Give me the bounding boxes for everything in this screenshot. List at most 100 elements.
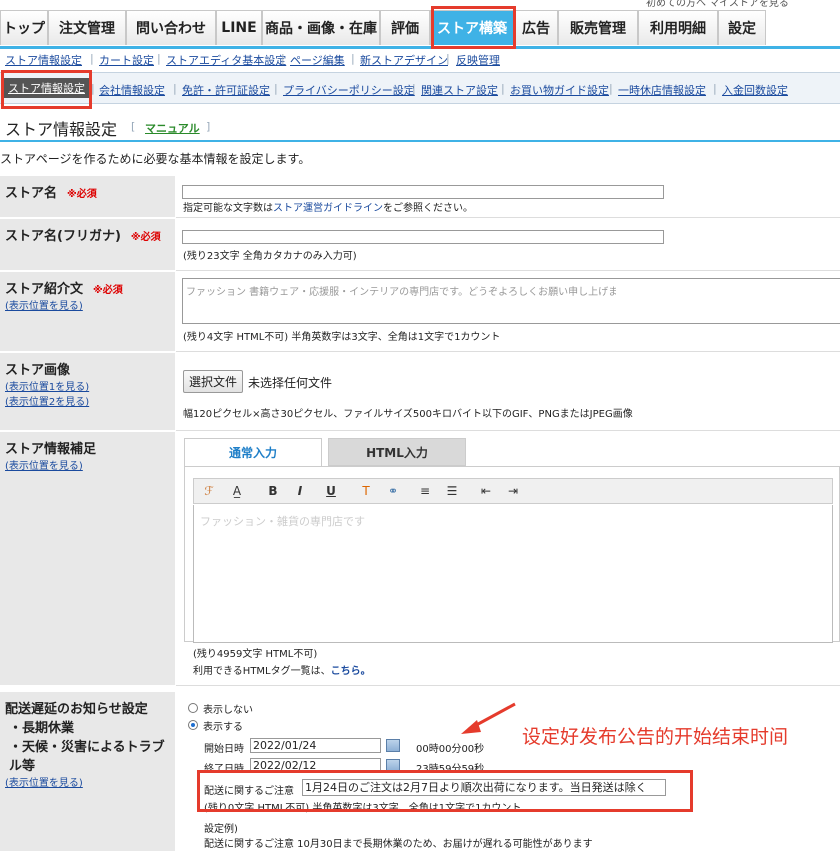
store-intro-note: (残り4文字 HTML不可) 半角英数字は3文字、全角は1文字で1カウント (183, 332, 501, 343)
label-store-intro: ストア紹介文 ※必須 (表示位置を見る) (0, 272, 175, 352)
editor-body[interactable]: ファッション・雑貨の専門店です (193, 505, 833, 643)
tab-orders[interactable]: 注文管理 (48, 10, 126, 45)
subnav1-cart[interactable]: カート設定 (99, 52, 154, 68)
store-intro-value: ファッション 書籍ウェア・応援服・インテリアの専門店です。どうぞよろしくお願い申… (186, 287, 616, 298)
field-store-image: 選択文件 未选择任何文件 幅120ピクセル×高さ30ピクセル、ファイルサイズ50… (176, 353, 840, 431)
subnav2-separator: | (501, 82, 505, 95)
radio-hide[interactable] (188, 703, 198, 713)
note-text: 利用できるHTMLタグ一覧は、 (193, 666, 331, 677)
subnav2-temp-closure[interactable]: 一時休店情報設定 (618, 82, 706, 98)
manual-link[interactable]: マニュアル (145, 120, 200, 136)
note-text: 指定可能な文字数は (183, 203, 273, 214)
underline-icon[interactable]: U (322, 483, 340, 499)
subnav2-company[interactable]: 会社情報設定 (99, 82, 165, 98)
subnav1-new-design[interactable]: 新ストアデザイン (360, 52, 448, 68)
choose-file-button[interactable]: 選択文件 (183, 370, 244, 393)
radio-show[interactable] (188, 720, 198, 730)
top-links[interactable]: 初めての方へ マイストアを見る (646, 0, 789, 9)
tab-normal-input[interactable]: 通常入力 (184, 438, 322, 466)
store-intro-label: ストア紹介文 (5, 282, 84, 297)
store-name-note: 指定可能な文字数はストア運営ガイドラインをご参照ください。 (183, 199, 473, 214)
subnav2-privacy[interactable]: プライバシーポリシー設定 (283, 82, 415, 98)
required-mark: ※必須 (67, 189, 97, 200)
show-position2-link[interactable]: (表示位置2を見る) (5, 393, 170, 408)
delay-bullet-weather: ・天候・災害によるトラブル等 (9, 740, 165, 774)
field-store-name: 指定可能な文字数はストア運営ガイドラインをご参照ください。 (176, 176, 840, 218)
guideline-link[interactable]: ストア運営ガイドライン (273, 203, 383, 214)
show-position1-link[interactable]: (表示位置1を見る) (5, 378, 170, 393)
store-image-note: 幅120ピクセル×高さ30ピクセル、ファイルサイズ500キロバイト以下のGIF、… (183, 409, 633, 420)
subnav2-separator: | (412, 82, 416, 95)
note-text: をご参照ください。 (383, 203, 473, 214)
main-tab-bar: トップ 注文管理 問い合わせ LINE 商品・画像・在庫 評価 ストア構築 広告… (0, 10, 840, 49)
link-icon[interactable]: ⚭ (384, 483, 402, 499)
required-mark: ※必須 (93, 285, 123, 296)
indent-icon[interactable]: ⇥ (504, 483, 522, 499)
radio-hide-label: 表示しない (203, 705, 253, 716)
align-icon[interactable]: ≡ (416, 483, 434, 499)
store-kana-input[interactable] (182, 230, 664, 244)
subnav1-reflect[interactable]: 反映管理 (456, 52, 500, 68)
subnav1-editor-basic[interactable]: ストアエディタ基本設定 (166, 52, 286, 68)
label-delay-notice: 配送遅延のお知らせ設定 ・長期休業 ・天候・災害によるトラブル等 (表示位置を見… (0, 692, 175, 852)
tab-line[interactable]: LINE (216, 10, 262, 45)
calendar-icon[interactable] (386, 739, 400, 752)
store-image-label: ストア画像 (5, 363, 71, 378)
label-store-image: ストア画像 (表示位置1を見る) (表示位置2を見る) (0, 353, 175, 431)
store-intro-textarea[interactable]: ファッション 書籍ウェア・応援服・インテリアの専門店です。どうぞよろしくお願い申… (182, 278, 840, 324)
outdent-icon[interactable]: ⇤ (477, 483, 495, 499)
subnav2-related-store[interactable]: 関連ストア設定 (421, 82, 498, 98)
tab-billing[interactable]: 利用明細 (638, 10, 718, 45)
store-name-label: ストア名 (5, 186, 58, 201)
subnav2-payment-count[interactable]: 入金回数設定 (722, 82, 788, 98)
start-date-input[interactable]: 2022/01/24 (250, 738, 381, 753)
subnav2-license[interactable]: 免許・許可証設定 (182, 82, 270, 98)
tab-inquiries[interactable]: 問い合わせ (126, 10, 216, 45)
field-store-intro: ファッション 書籍ウェア・応援服・インテリアの専門店です。どうぞよろしくお願い申… (176, 272, 840, 352)
html-tags-link[interactable]: こちら。 (331, 666, 371, 677)
subnav1-separator: | (90, 52, 94, 65)
store-kana-note: (残り23文字 全角カタカナのみ入力可) (183, 251, 357, 262)
text-color-icon[interactable]: T (357, 483, 375, 499)
delay-bullet-holiday: ・長期休業 (9, 721, 75, 736)
tab-html-input[interactable]: HTML入力 (328, 438, 466, 466)
page-description: ストアページを作るために必要な基本情報を設定します。 (0, 152, 311, 166)
show-position-link[interactable]: (表示位置を見る) (5, 457, 170, 472)
tab-sales[interactable]: 販売管理 (558, 10, 638, 45)
annotation-text: 设定好发布公告的开始结束时间 (522, 726, 789, 748)
show-position-link[interactable]: (表示位置を見る) (5, 297, 170, 312)
font-size-icon[interactable]: A̲ (228, 483, 246, 499)
italic-icon[interactable]: I (291, 483, 309, 499)
annotation-arrow-icon (461, 702, 516, 734)
highlight-tab-store-build (431, 6, 516, 49)
example-text: 配送に関するご注意 10月30日まで長期休業のため、お届けが遅れる可能性がありま… (204, 839, 593, 850)
start-label: 開始日時 (204, 744, 244, 755)
subnav1-separator: | (446, 52, 450, 65)
tab-ads[interactable]: 広告 (514, 10, 558, 45)
subnav1-separator: | (157, 52, 161, 65)
file-status: 未选择任何文件 (248, 376, 333, 390)
subnav1-store-info[interactable]: ストア情報設定 (5, 52, 82, 68)
start-time: 00時00分00秒 (416, 744, 485, 755)
show-position-link[interactable]: (表示位置を見る) (5, 774, 170, 789)
subnav2-separator: | (609, 82, 613, 95)
list-icon[interactable]: ☰ (443, 483, 461, 499)
subnav1-page-edit[interactable]: ページ編集 (290, 52, 345, 68)
font-icon[interactable]: ℱ (200, 483, 218, 499)
store-name-input[interactable] (182, 185, 664, 199)
highlight-delivery-notice (197, 770, 693, 812)
label-store-supplement: ストア情報補足 (表示位置を見る) (0, 432, 175, 686)
field-store-kana: (残り23文字 全角カタカナのみ入力可) (176, 219, 840, 271)
subnav2-separator: | (274, 82, 278, 95)
tab-products[interactable]: 商品・画像・在庫 (262, 10, 380, 45)
required-mark: ※必須 (130, 232, 161, 243)
tab-reviews[interactable]: 評価 (380, 10, 430, 45)
label-store-kana: ストア名(フリガナ) ※必須 (0, 219, 175, 271)
tab-settings[interactable]: 設定 (718, 10, 766, 45)
bold-icon[interactable]: B (264, 483, 282, 499)
editor-toolbar: ℱ A̲ B I U T ⚭ ≡ ☰ ⇤ ⇥ (193, 478, 833, 504)
tab-top[interactable]: トップ (0, 10, 48, 45)
subnav-secondary: ストア情報設定 | 会社情報設定 | 免許・許可証設定 | プライバシーポリシー… (0, 72, 840, 104)
radio-show-label: 表示する (203, 722, 243, 733)
subnav2-shopping-guide[interactable]: お買い物ガイド設定 (510, 82, 609, 98)
